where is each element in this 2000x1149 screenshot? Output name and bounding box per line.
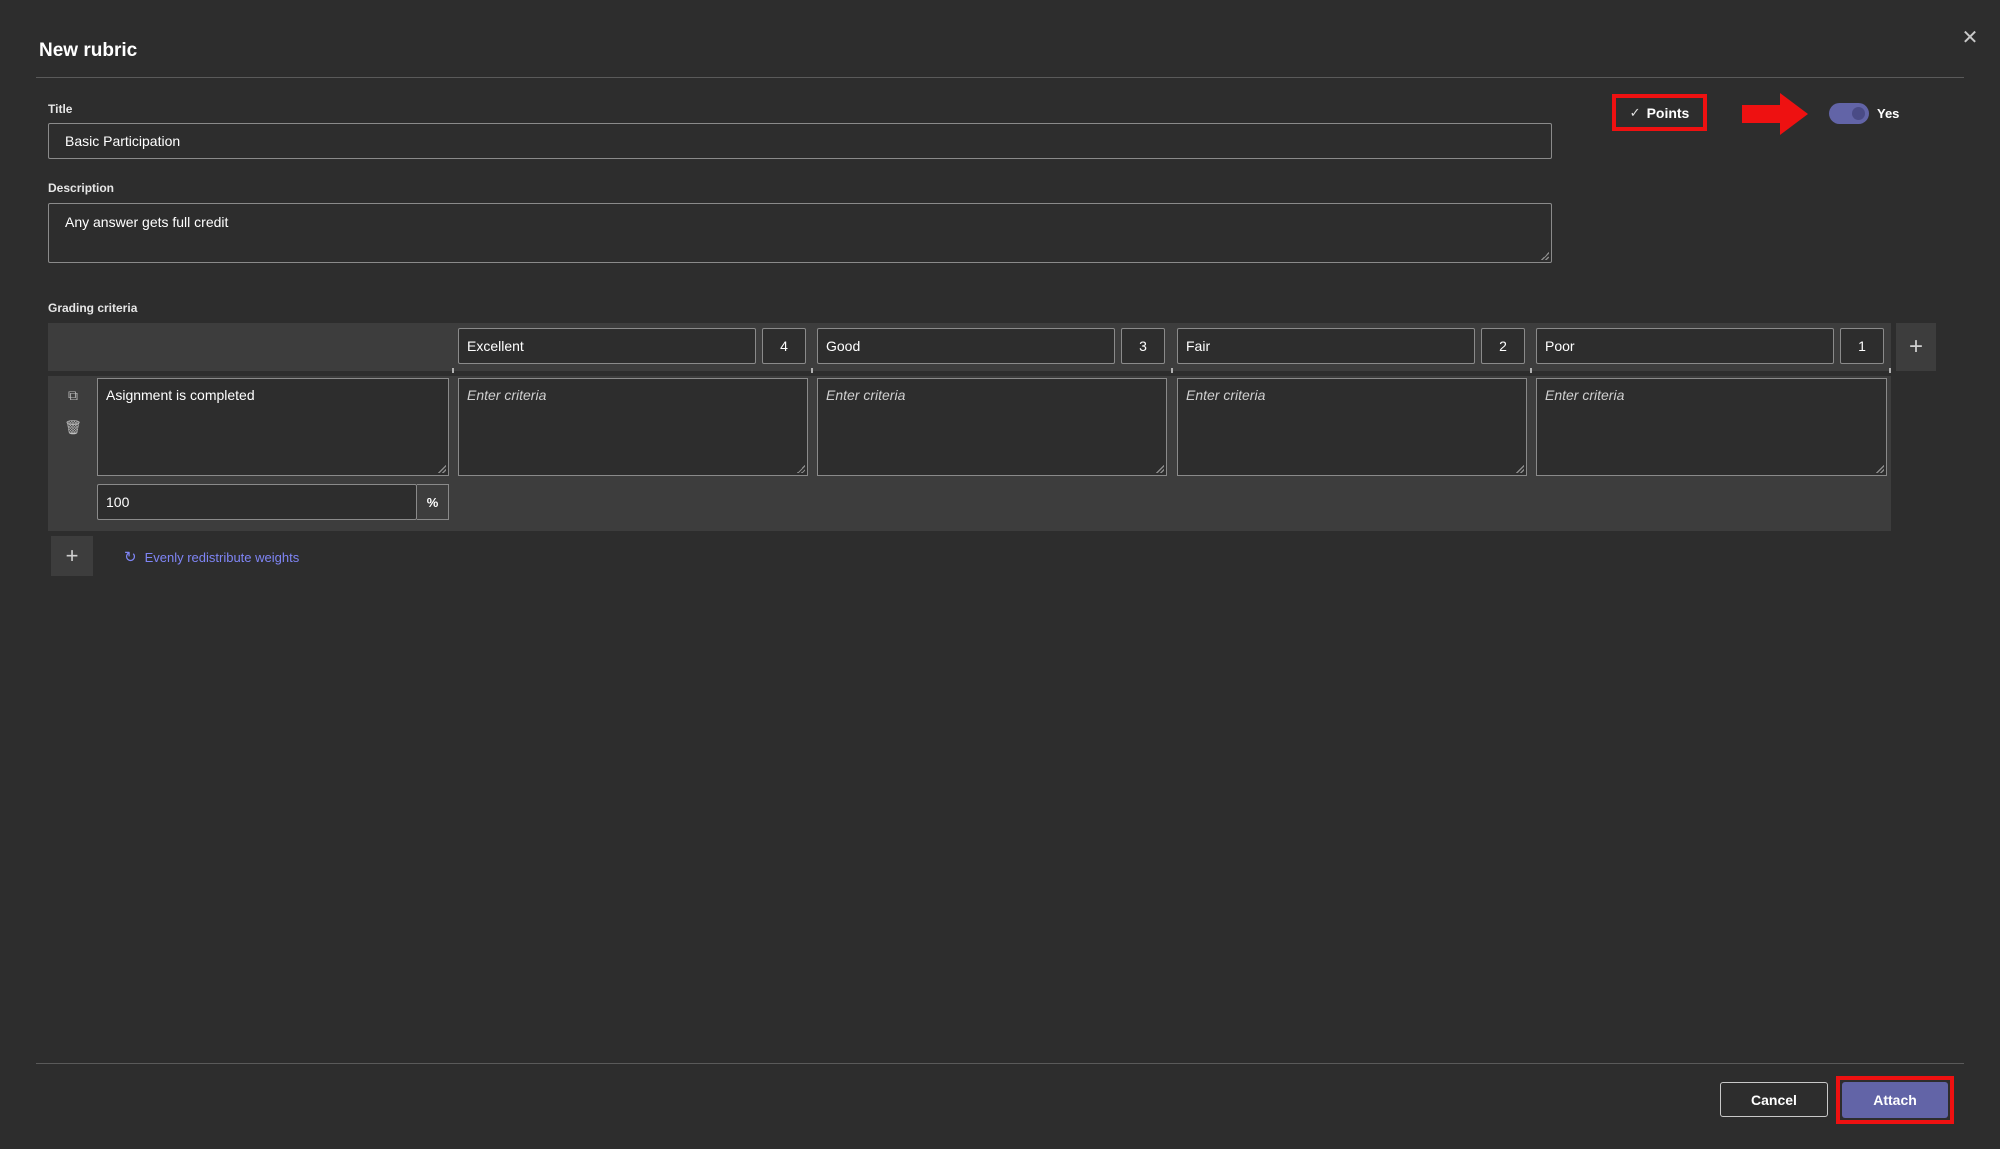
dialog-title: New rubric [39, 40, 138, 61]
criterion-input[interactable]: Asignment is completed [97, 378, 449, 476]
attach-button[interactable]: Attach [1842, 1082, 1948, 1118]
weight-value: 100 [106, 494, 130, 510]
level-points-text: 4 [780, 338, 788, 354]
resize-handle-icon[interactable] [797, 465, 805, 473]
descriptor-placeholder: Enter criteria [1545, 387, 1625, 403]
column-divider [1889, 368, 1891, 373]
level-points-text: 2 [1499, 338, 1507, 354]
level-points-input[interactable]: 2 [1481, 328, 1525, 364]
column-divider [1171, 368, 1173, 373]
column-divider [811, 368, 813, 373]
level-name-text: Good [826, 338, 861, 354]
level-points-input[interactable]: 3 [1121, 328, 1165, 364]
add-criterion-button[interactable]: + [51, 536, 93, 576]
level-name-input[interactable]: Fair [1177, 328, 1475, 364]
add-level-button[interactable]: + [1896, 323, 1936, 371]
check-icon: ✓ [1629, 104, 1641, 120]
footer-divider [36, 1063, 1964, 1064]
level-points-text: 3 [1139, 338, 1147, 354]
resize-handle-icon[interactable] [1516, 465, 1524, 473]
criterion-text: Asignment is completed [106, 387, 255, 403]
column-divider [1530, 368, 1532, 373]
points-label: Points [1646, 104, 1690, 121]
level-points-input[interactable]: 1 [1840, 328, 1884, 364]
toggle-knob [1852, 107, 1865, 120]
descriptor-placeholder: Enter criteria [1186, 387, 1266, 403]
delete-icon[interactable]: 🗑 [64, 419, 82, 436]
redistribute-weights-button[interactable]: ↻ Evenly redistribute weights [124, 548, 299, 566]
grading-criteria-label: Grading criteria [48, 301, 138, 315]
descriptor-input[interactable]: Enter criteria [458, 378, 808, 476]
level-name-text: Excellent [467, 338, 524, 354]
resize-handle-icon[interactable] [1876, 465, 1884, 473]
level-name-input[interactable]: Good [817, 328, 1115, 364]
descriptor-placeholder: Enter criteria [467, 387, 547, 403]
resize-handle-icon[interactable] [438, 465, 446, 473]
level-name-text: Fair [1186, 338, 1211, 354]
refresh-icon: ↻ [124, 549, 137, 566]
redistribute-label: Evenly redistribute weights [144, 549, 300, 565]
resize-handle-icon[interactable] [1156, 465, 1164, 473]
level-points-text: 1 [1858, 338, 1866, 354]
close-icon[interactable]: ✕ [1958, 26, 1982, 50]
title-input-value: Basic Participation [65, 133, 181, 149]
description-input[interactable]: Any answer gets full credit [48, 203, 1552, 263]
points-option[interactable]: ✓ Points [1612, 94, 1707, 131]
level-name-input[interactable]: Excellent [458, 328, 756, 364]
column-divider [452, 368, 454, 373]
level-name-text: Poor [1545, 338, 1575, 354]
cancel-button[interactable]: Cancel [1720, 1082, 1828, 1117]
description-input-value: Any answer gets full credit [65, 214, 229, 230]
weight-unit: % [417, 484, 449, 520]
level-name-input[interactable]: Poor [1536, 328, 1834, 364]
resize-handle-icon[interactable] [1541, 252, 1549, 260]
title-label: Title [48, 102, 73, 116]
red-arrow-icon [1742, 93, 1808, 135]
descriptor-input[interactable]: Enter criteria [817, 378, 1167, 476]
duplicate-icon[interactable]: ⧉ [64, 387, 82, 404]
description-label: Description [48, 181, 115, 195]
title-input[interactable]: Basic Participation [48, 123, 1552, 159]
points-toggle[interactable] [1829, 103, 1869, 124]
descriptor-placeholder: Enter criteria [826, 387, 906, 403]
descriptor-input[interactable]: Enter criteria [1177, 378, 1527, 476]
descriptor-input[interactable]: Enter criteria [1536, 378, 1887, 476]
header-divider [36, 77, 1964, 78]
weight-input[interactable]: 100 [97, 484, 417, 520]
points-toggle-label: Yes [1877, 106, 1900, 121]
level-points-input[interactable]: 4 [762, 328, 806, 364]
